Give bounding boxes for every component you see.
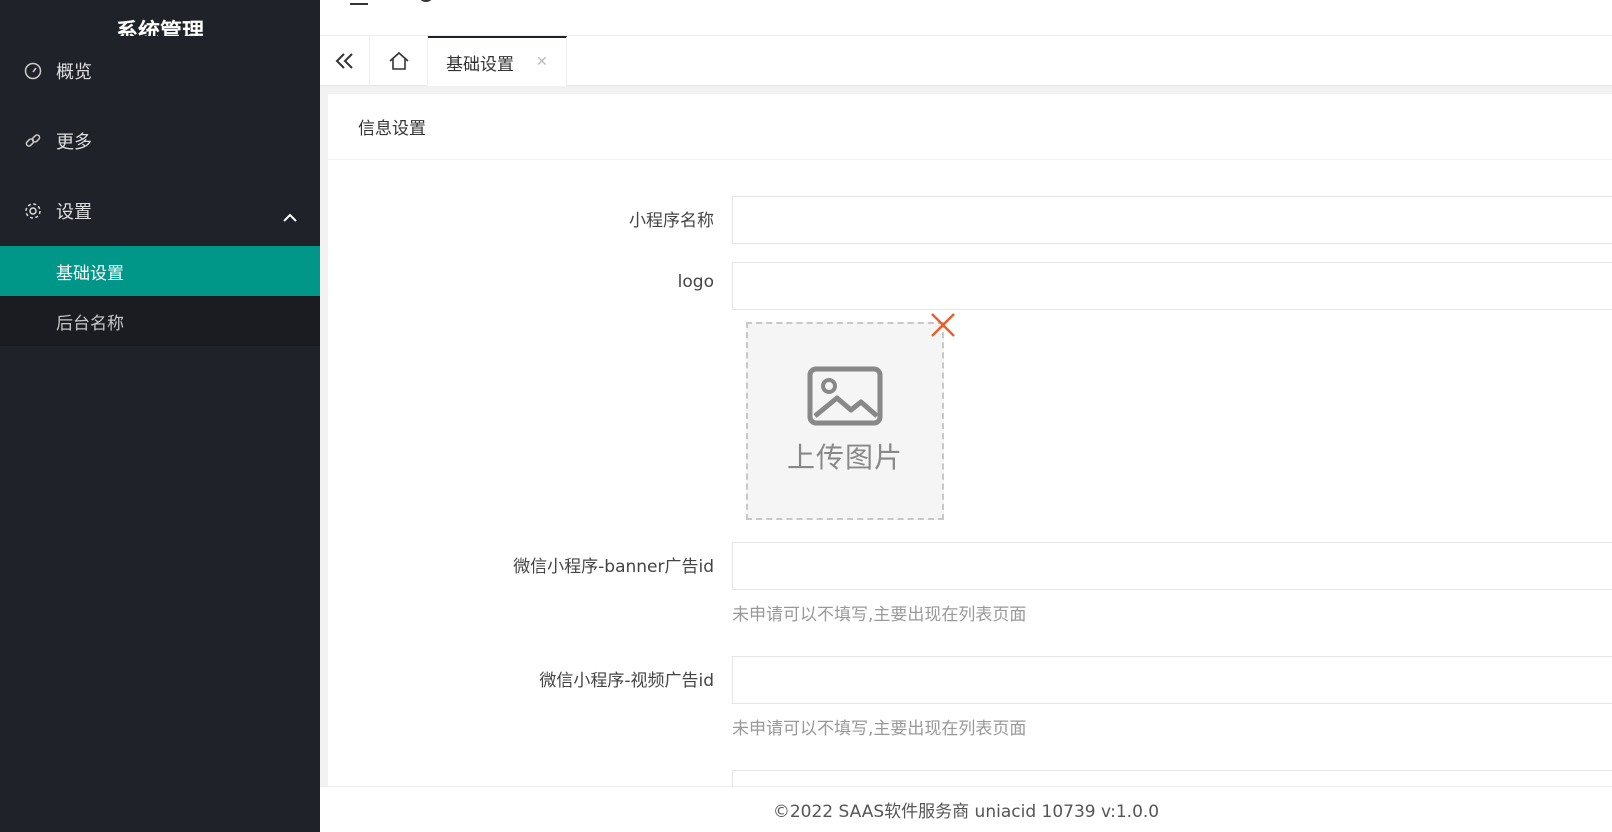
upload-label: 上传图片	[786, 441, 903, 474]
tab-bar: 基础设置 ✕	[320, 36, 1612, 86]
sidebar-item-label: 概览	[56, 62, 92, 83]
field-label-logo: logo	[677, 272, 714, 292]
close-tab-icon[interactable]: ✕	[536, 54, 548, 70]
sidebar-item-label: 设置	[56, 202, 92, 223]
settings-card: 信息设置 小程序名称 logo 上传图片 微信小程序-banner广告id 未申…	[328, 94, 1612, 786]
tab-basic-settings[interactable]: 基础设置 ✕	[428, 36, 567, 86]
video-ad-id-hint: 未申请可以不填写,主要出现在列表页面	[732, 719, 1027, 739]
image-icon	[807, 366, 883, 426]
banner-ad-id-hint: 未申请可以不填写,主要出现在列表页面	[732, 605, 1027, 625]
field-label-video-ad-id: 微信小程序-视频广告id	[539, 671, 714, 691]
field-label-app-name: 小程序名称	[629, 211, 714, 231]
remove-image-icon[interactable]	[929, 311, 957, 339]
next-field-input[interactable]	[732, 770, 1612, 786]
field-label-banner-ad-id: 微信小程序-banner广告id	[513, 557, 714, 577]
double-chevron-left-icon	[335, 53, 353, 69]
banner-ad-id-input[interactable]	[732, 542, 1612, 590]
refresh-icon[interactable]	[416, 0, 436, 8]
collapse-tabs-button[interactable]	[320, 36, 370, 86]
sidebar-item-overview[interactable]: 概览	[0, 36, 320, 106]
sidebar-subitem-admin-name[interactable]: 后台名称	[0, 296, 320, 346]
app-name-input[interactable]	[732, 196, 1612, 244]
logo-input[interactable]	[732, 262, 1612, 310]
settings-submenu: 基础设置 后台名称	[0, 246, 320, 346]
sidebar-item-settings[interactable]: 设置	[0, 176, 320, 246]
dashboard-icon	[24, 62, 42, 80]
tab-label: 基础设置	[446, 54, 514, 75]
link-icon	[24, 132, 42, 150]
card-title: 信息设置	[328, 94, 1612, 160]
sidebar-subitem-basic-settings[interactable]: 基础设置	[0, 246, 320, 296]
menu-toggle-icon[interactable]	[348, 0, 370, 8]
video-ad-id-input[interactable]	[732, 656, 1612, 704]
top-header	[320, 0, 1612, 36]
app-title: 系统管理	[115, 20, 204, 36]
footer-copyright: ©2022 SAAS软件服务商 uniacid 10739 v:1.0.0	[772, 802, 1160, 822]
home-icon	[388, 51, 409, 70]
footer: ©2022 SAAS软件服务商 uniacid 10739 v:1.0.0	[320, 786, 1612, 832]
chevron-up-icon	[283, 213, 297, 222]
sidebar-item-more[interactable]: 更多	[0, 106, 320, 176]
sidebar: 系统管理 概览 更多 设置 基础设置 后台名称	[0, 0, 320, 832]
gear-icon	[24, 202, 42, 220]
home-tab-button[interactable]	[370, 36, 428, 86]
app-logo: 系统管理	[0, 0, 320, 36]
sidebar-item-label: 更多	[56, 132, 92, 153]
upload-image-box[interactable]: 上传图片	[746, 322, 944, 520]
